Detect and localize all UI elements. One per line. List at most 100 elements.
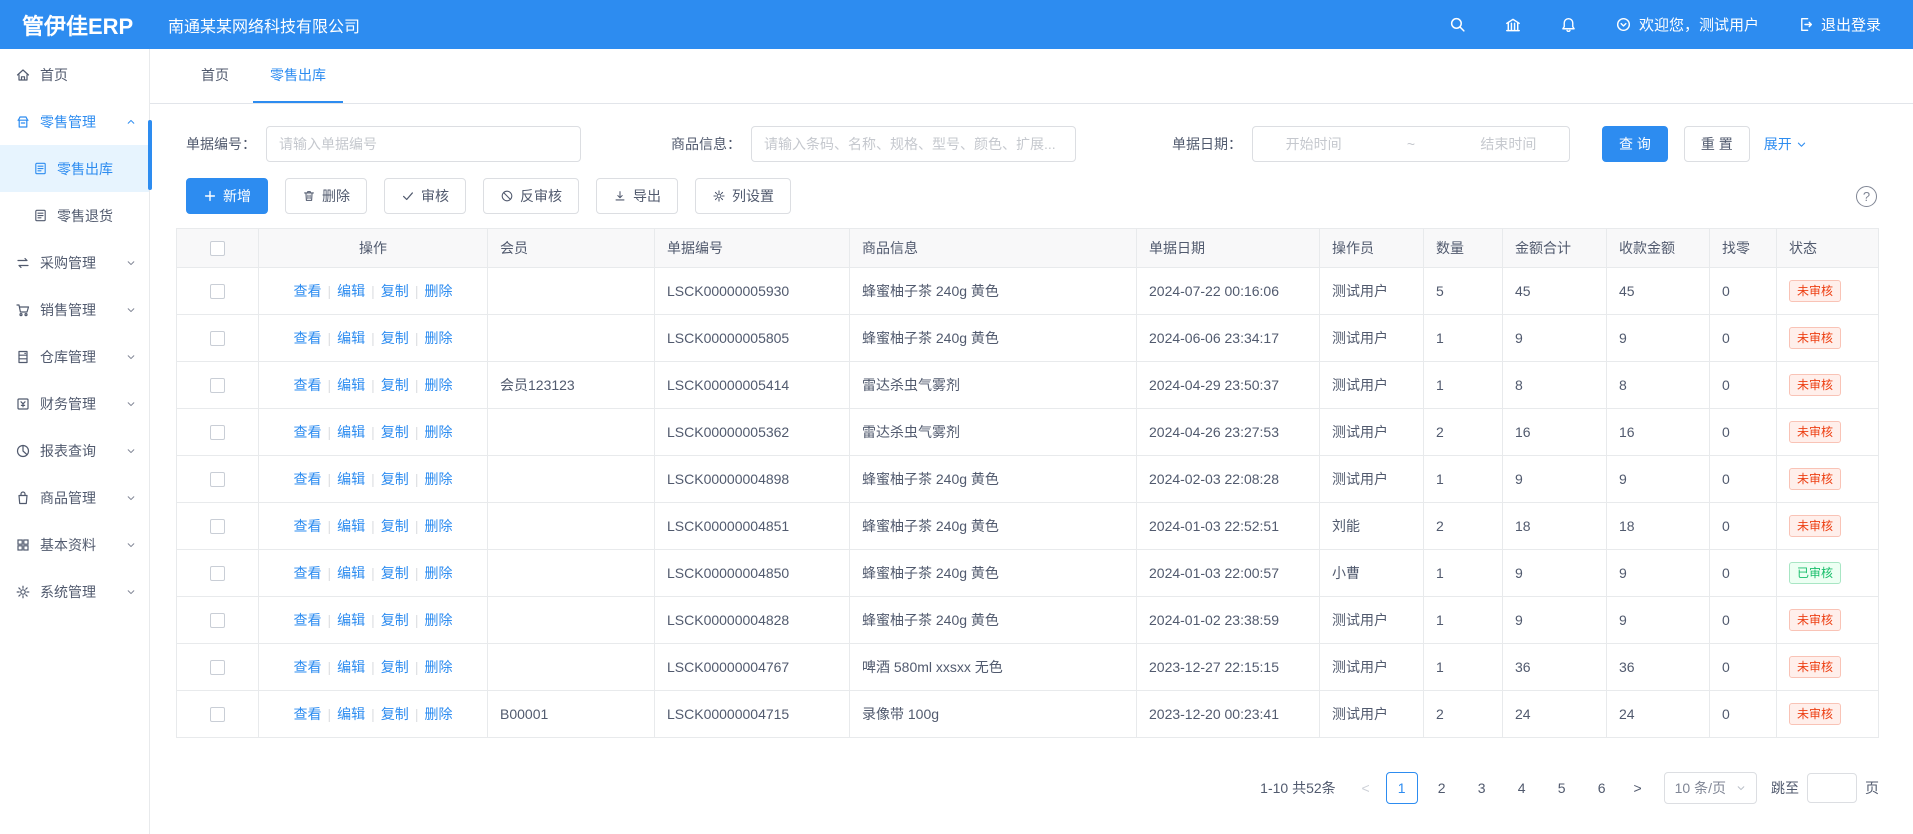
search-icon[interactable]: [1449, 16, 1466, 33]
action-copy-link[interactable]: 复制: [381, 377, 409, 393]
action-view-link[interactable]: 查看: [294, 471, 322, 487]
bank-icon[interactable]: [1504, 16, 1522, 34]
user-welcome[interactable]: 欢迎您，测试用户: [1615, 14, 1759, 35]
row-checkbox[interactable]: [210, 707, 225, 722]
sidebar-group-basic-data[interactable]: 基本资料: [0, 521, 149, 568]
action-view-link[interactable]: 查看: [294, 612, 322, 628]
action-copy-link[interactable]: 复制: [381, 706, 409, 722]
action-edit-link[interactable]: 编辑: [337, 612, 365, 628]
sidebar-group-finance[interactable]: 财务管理: [0, 380, 149, 427]
search-button[interactable]: 查 询: [1602, 126, 1668, 162]
row-checkbox[interactable]: [210, 660, 225, 675]
action-view-link[interactable]: 查看: [294, 565, 322, 581]
action-delete-link[interactable]: 删除: [424, 565, 452, 581]
action-edit-link[interactable]: 编辑: [337, 565, 365, 581]
page-button-4[interactable]: 4: [1506, 772, 1538, 804]
action-edit-link[interactable]: 编辑: [337, 283, 365, 299]
action-view-link[interactable]: 查看: [294, 330, 322, 346]
audit-button[interactable]: 审核: [384, 178, 466, 214]
bill-no-input[interactable]: [266, 126, 581, 162]
row-checkbox[interactable]: [210, 378, 225, 393]
sidebar-group-purchase[interactable]: 采购管理: [0, 239, 149, 286]
action-view-link[interactable]: 查看: [294, 424, 322, 440]
action-edit-link[interactable]: 编辑: [337, 377, 365, 393]
help-icon[interactable]: ?: [1856, 186, 1877, 207]
action-edit-link[interactable]: 编辑: [337, 424, 365, 440]
column-settings-button[interactable]: 列设置: [695, 178, 791, 214]
action-copy-link[interactable]: 复制: [381, 565, 409, 581]
action-view-link[interactable]: 查看: [294, 518, 322, 534]
action-copy-link[interactable]: 复制: [381, 283, 409, 299]
tab-home[interactable]: 首页: [184, 49, 246, 103]
page-button-2[interactable]: 2: [1426, 772, 1458, 804]
sidebar-group-retail[interactable]: 零售管理: [0, 98, 149, 145]
action-delete-link[interactable]: 删除: [424, 424, 452, 440]
row-checkbox[interactable]: [210, 566, 225, 581]
action-edit-link[interactable]: 编辑: [337, 518, 365, 534]
unaudit-button[interactable]: 反审核: [483, 178, 579, 214]
action-delete-link[interactable]: 删除: [424, 283, 452, 299]
row-checkbox[interactable]: [210, 472, 225, 487]
page-button-3[interactable]: 3: [1466, 772, 1498, 804]
sidebar-item-home[interactable]: 首页: [0, 51, 149, 98]
cell-bill_no: LSCK00000004850: [655, 550, 850, 597]
jump-to-input[interactable]: [1807, 773, 1857, 803]
select-all-checkbox[interactable]: [210, 241, 225, 256]
action-separator: |: [371, 330, 375, 346]
sidebar-group-warehouse[interactable]: 仓库管理: [0, 333, 149, 380]
date-range-input[interactable]: 开始时间 ~ 结束时间: [1252, 126, 1570, 162]
action-delete-link[interactable]: 删除: [424, 612, 452, 628]
row-checkbox[interactable]: [210, 613, 225, 628]
action-edit-link[interactable]: 编辑: [337, 330, 365, 346]
action-delete-link[interactable]: 删除: [424, 471, 452, 487]
add-button[interactable]: 新增: [186, 178, 268, 214]
sidebar-group-goods[interactable]: 商品管理: [0, 474, 149, 521]
row-checkbox[interactable]: [210, 425, 225, 440]
export-button[interactable]: 导出: [596, 178, 678, 214]
status-badge: 未审核: [1789, 468, 1841, 490]
sidebar-item-retail-return[interactable]: 零售退货: [0, 192, 149, 239]
action-view-link[interactable]: 查看: [294, 706, 322, 722]
tab-retail-outbound[interactable]: 零售出库: [253, 49, 343, 103]
sidebar-group-reports[interactable]: 报表查询: [0, 427, 149, 474]
product-info-input[interactable]: [751, 126, 1076, 162]
sidebar-item-retail-outbound[interactable]: 零售出库: [0, 145, 149, 192]
page-size-select[interactable]: 10 条/页: [1664, 772, 1757, 804]
expand-link[interactable]: 展开: [1764, 134, 1807, 154]
chevron-down-icon: [126, 352, 136, 362]
cell-date: 2024-06-06 23:34:17: [1137, 315, 1320, 362]
action-copy-link[interactable]: 复制: [381, 471, 409, 487]
action-copy-link[interactable]: 复制: [381, 424, 409, 440]
sidebar-group-sales[interactable]: 销售管理: [0, 286, 149, 333]
action-copy-link[interactable]: 复制: [381, 612, 409, 628]
action-copy-link[interactable]: 复制: [381, 330, 409, 346]
delete-button-label: 删除: [322, 186, 350, 206]
action-delete-link[interactable]: 删除: [424, 706, 452, 722]
sidebar-group-system[interactable]: 系统管理: [0, 568, 149, 615]
notification-bell-icon[interactable]: [1560, 16, 1577, 33]
delete-button[interactable]: 删除: [285, 178, 367, 214]
action-edit-link[interactable]: 编辑: [337, 471, 365, 487]
action-delete-link[interactable]: 删除: [424, 518, 452, 534]
sidebar-scrollbar-thumb[interactable]: [148, 120, 152, 190]
action-copy-link[interactable]: 复制: [381, 659, 409, 675]
action-view-link[interactable]: 查看: [294, 659, 322, 675]
next-page-button[interactable]: >: [1626, 780, 1650, 796]
action-view-link[interactable]: 查看: [294, 283, 322, 299]
logout-button[interactable]: 退出登录: [1797, 14, 1881, 35]
action-view-link[interactable]: 查看: [294, 377, 322, 393]
prev-page-button[interactable]: <: [1354, 780, 1378, 796]
row-checkbox[interactable]: [210, 331, 225, 346]
action-delete-link[interactable]: 删除: [424, 377, 452, 393]
action-delete-link[interactable]: 删除: [424, 330, 452, 346]
action-edit-link[interactable]: 编辑: [337, 659, 365, 675]
action-edit-link[interactable]: 编辑: [337, 706, 365, 722]
reset-button[interactable]: 重 置: [1684, 126, 1750, 162]
page-button-1[interactable]: 1: [1386, 772, 1418, 804]
row-checkbox[interactable]: [210, 519, 225, 534]
row-checkbox[interactable]: [210, 284, 225, 299]
action-delete-link[interactable]: 删除: [424, 659, 452, 675]
action-copy-link[interactable]: 复制: [381, 518, 409, 534]
page-button-6[interactable]: 6: [1586, 772, 1618, 804]
page-button-5[interactable]: 5: [1546, 772, 1578, 804]
